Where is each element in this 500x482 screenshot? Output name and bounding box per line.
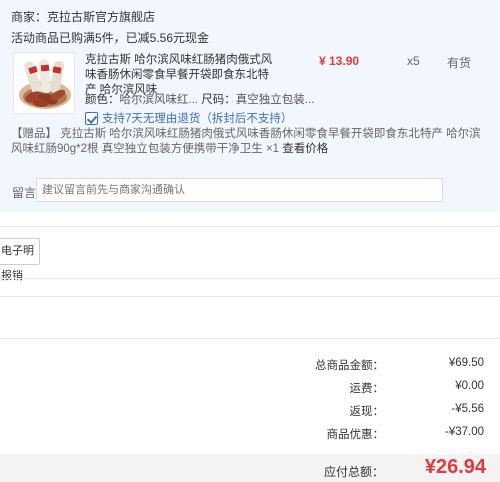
divider xyxy=(0,278,500,279)
divider xyxy=(0,338,500,339)
summary-value: ¥69.50 xyxy=(448,357,484,369)
shop-name-line: 商家：克拉古斯官方旗舰店 xyxy=(11,8,155,25)
invoice-button[interactable]: 电子明报销 xyxy=(0,238,40,282)
product-thumbnail[interactable] xyxy=(13,52,75,114)
shop-order-block: 商家：克拉古斯官方旗舰店 活动商品已购满5件，已减5.56元现金 克拉古斯 哈尔… xyxy=(0,0,500,212)
size-label: 尺码： xyxy=(201,94,236,106)
shop-name-link[interactable]: 克拉古斯官方旗舰店 xyxy=(47,10,155,24)
summary-label: 总商品金额： xyxy=(315,360,384,372)
product-attributes: 颜色：哈尔滨风味红... 尺码：真空独立包装... xyxy=(85,91,314,107)
gift-tag: 【赠品】 xyxy=(11,128,57,140)
summary-value: -¥5.56 xyxy=(451,403,484,415)
total-bar: 应付总额： ¥26.94 xyxy=(0,454,500,482)
summary-row-subtotal: 总商品金额： ¥69.50 xyxy=(0,357,500,375)
summary-row-cashback: 返现： -¥5.56 xyxy=(0,403,500,421)
total-amount: ¥26.94 xyxy=(424,456,486,478)
divider xyxy=(0,226,500,227)
summary-value: ¥0.00 xyxy=(455,380,484,392)
remark-input[interactable] xyxy=(36,178,443,202)
total-label: 应付总额： xyxy=(323,465,384,479)
stock-status: 有货 xyxy=(447,56,472,70)
gift-info: 【赠品】 克拉古斯 哈尔滨风味红肠猪肉俄式风味香肠休闲零食早餐开袋即食东北特产 … xyxy=(11,127,481,157)
divider xyxy=(0,296,500,297)
product-price: ¥ 13.90 xyxy=(319,54,360,68)
summary-row-shipping: 运费： ¥0.00 xyxy=(0,380,500,398)
summary-label: 商品优惠： xyxy=(326,429,385,441)
sausage-image-icon xyxy=(14,53,74,113)
view-price-link[interactable]: 查看价格 xyxy=(282,143,328,155)
summary-value: -¥37.00 xyxy=(444,426,484,438)
product-quantity: x5 xyxy=(407,54,420,68)
gift-text: 克拉古斯 哈尔滨风味红肠猪肉俄式风味香肠休闲零食早餐开袋即食东北特产 哈尔滨风味… xyxy=(11,128,481,155)
checkmark-icon xyxy=(85,111,98,125)
shop-label: 商家： xyxy=(11,10,48,24)
color-label: 颜色： xyxy=(85,94,120,106)
promo-text: 活动商品已购满5件，已减5.56元现金 xyxy=(11,31,210,45)
summary-label: 返现： xyxy=(349,406,385,418)
return-service-text: 支持7天无理由退货（拆封后不支持） xyxy=(102,113,293,125)
return-service[interactable]: 支持7天无理由退货（拆封后不支持） xyxy=(85,110,292,126)
color-value: 哈尔滨风味红... xyxy=(119,94,199,106)
summary-label: 运费： xyxy=(349,383,385,395)
size-value: 真空独立包装... xyxy=(235,94,315,106)
summary-row-discount: 商品优惠： -¥37.00 xyxy=(0,426,500,444)
